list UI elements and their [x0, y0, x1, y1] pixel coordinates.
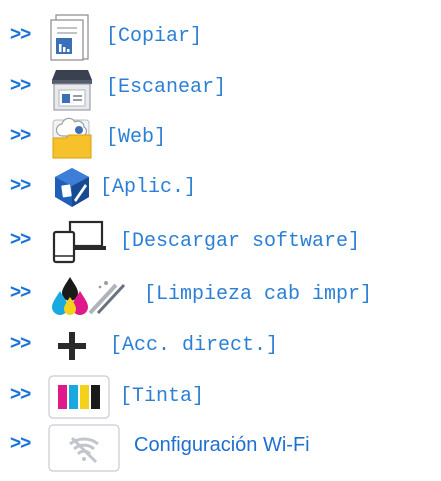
copy-icon — [50, 14, 89, 61]
arrow-marker: >> — [10, 175, 31, 196]
menu-row-descargar-software[interactable]: >> [Descargar software] — [0, 218, 441, 264]
ink-icon — [48, 375, 110, 419]
apps-cube-icon — [55, 168, 89, 207]
web-folder-icon — [52, 117, 92, 159]
menu-row-tinta[interactable]: >> [Tinta] — [0, 373, 441, 419]
menu-label-configuracion-wifi[interactable]: Configuración Wi-Fi — [134, 434, 310, 457]
menu-row-copiar[interactable]: >> [Copiar] — [0, 14, 441, 61]
menu-label-acc-direct[interactable]: [Acc. direct.] — [110, 334, 278, 357]
menu-row-aplic[interactable]: >> [Aplic.] — [0, 164, 441, 210]
menu-row-configuracion-wifi[interactable]: >> Configuración Wi-Fi — [0, 422, 441, 472]
plus-icon — [58, 332, 86, 360]
devices-icon — [52, 220, 106, 264]
arrow-marker: >> — [10, 75, 31, 96]
menu-label-escanear[interactable]: [Escanear] — [106, 76, 226, 99]
arrow-marker: >> — [10, 384, 31, 405]
head-cleaning-icon — [52, 277, 126, 315]
wifi-icon — [48, 424, 120, 472]
menu-label-web[interactable]: [Web] — [106, 126, 166, 149]
scanner-icon — [52, 70, 92, 111]
arrow-marker: >> — [10, 333, 31, 354]
arrow-marker: >> — [10, 282, 31, 303]
menu-label-descargar-software[interactable]: [Descargar software] — [120, 230, 360, 253]
menu-row-web[interactable]: >> [Web] — [0, 114, 441, 160]
arrow-marker: >> — [10, 433, 31, 454]
menu-row-limpieza-cab-impr[interactable]: >> [Limpieza cab impr] — [0, 271, 441, 317]
menu-label-limpieza-cab-impr[interactable]: [Limpieza cab impr] — [144, 283, 372, 306]
menu-row-acc-direct[interactable]: >> [Acc. direct.] — [0, 322, 441, 368]
arrow-marker: >> — [10, 125, 31, 146]
menu-label-aplic[interactable]: [Aplic.] — [100, 176, 196, 199]
arrow-marker: >> — [10, 229, 31, 250]
arrow-marker: >> — [10, 24, 31, 45]
menu-label-copiar[interactable]: [Copiar] — [106, 25, 202, 48]
menu-label-tinta[interactable]: [Tinta] — [120, 385, 204, 408]
menu-row-escanear[interactable]: >> [Escanear] — [0, 64, 441, 111]
